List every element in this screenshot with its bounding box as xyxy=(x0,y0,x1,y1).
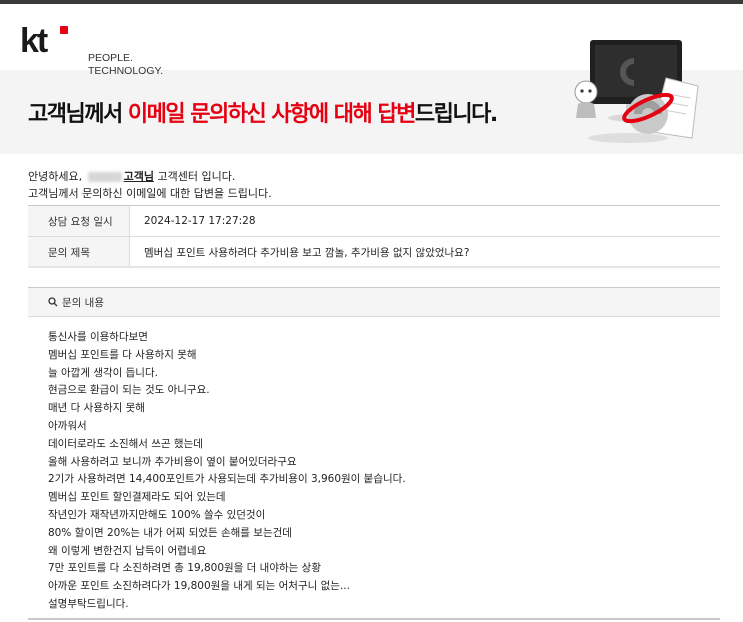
redacted-name xyxy=(87,172,122,182)
inquiry-line: 아까운 포인트 소진하려다가 19,800원을 내게 되는 어처구니 없는... xyxy=(48,580,350,593)
email-illustration-icon xyxy=(574,40,699,143)
subject-value: 멤버십 포인트 사용하려다 추가비용 보고 깜놀, 추가비용 없지 않았었나요? xyxy=(144,246,470,259)
inquiry-line: 작년인가 재작년까지만해도 100% 쓸수 있던것이 xyxy=(48,508,266,521)
inquiry-body: 통신사를 이용하다보면 멤버십 포인트를 다 사용하지 못해 늘 아깝게 생각이… xyxy=(28,317,720,614)
inquiry-line: 80% 할이면 20%는 내가 어찌 되었든 손해를 보는건데 xyxy=(48,526,292,539)
request-time-value: 2024-12-17 17:27:28 xyxy=(144,215,256,227)
inquiry-line: 7만 포인트를 다 소진하려면 총 19,800원을 더 내야하는 상황 xyxy=(48,562,321,575)
divider xyxy=(28,266,720,268)
page-headline: 고객님께서 이메일 문의하신 사항에 대해 답변드립니다. xyxy=(28,102,498,127)
inquiry-line: 아까워서 xyxy=(48,419,87,432)
request-info-table: 상담 요청 일시 2024-12-17 17:27:28 문의 제목 멤버십 포… xyxy=(28,205,720,268)
divider xyxy=(28,618,720,620)
inquiry-line: 왜 이렇게 변한건지 납득이 어렵네요 xyxy=(48,544,207,557)
logo-text: kt xyxy=(20,22,48,60)
inquiry-line: 매년 다 사용하지 못해 xyxy=(48,402,145,415)
inquiry-line: 현금으로 환급이 되는 것도 아니구요. xyxy=(48,384,210,397)
logo-red-square xyxy=(60,26,68,34)
table-row: 문의 제목 멤버십 포인트 사용하려다 추가비용 보고 깜놀, 추가비용 없지 … xyxy=(28,237,720,268)
inquiry-heading: 문의 내용 xyxy=(28,288,720,317)
subject-label: 문의 제목 xyxy=(28,237,130,267)
inquiry-line: 올해 사용하려고 보니까 추가비용이 옆이 붙어있더라구요 xyxy=(48,455,297,468)
inquiry-line: 늘 아깝게 생각이 듭니다. xyxy=(48,366,158,379)
table-row: 상담 요청 일시 2024-12-17 17:27:28 xyxy=(28,206,720,237)
inquiry-line: 멤버십 포인트를 다 사용하지 못해 xyxy=(48,348,197,361)
email-header-banner: kt PEOPLE. TECHNOLOGY. 고객님께서 이메일 문의하신 사항… xyxy=(0,4,743,154)
logo-slogan: PEOPLE. TECHNOLOGY. xyxy=(88,52,164,77)
greeting-line2: 고객님께서 문의하신 이메일에 대한 답변을 드립니다. xyxy=(28,187,272,200)
inquiry-line: 데이터로라도 소진해서 쓰곤 했는데 xyxy=(48,437,203,450)
inquiry-section: 문의 내용 통신사를 이용하다보면 멤버십 포인트를 다 사용하지 못해 늘 아… xyxy=(28,287,720,614)
search-icon xyxy=(48,297,58,307)
inquiry-line: 2기가 사용하려면 14,400포인트가 사용되는데 추가비용이 3,960원이… xyxy=(48,473,406,486)
inquiry-line: 멤버십 포인트 할인결제라도 되어 있는데 xyxy=(48,491,226,504)
inquiry-line: 설명부탁드립니다. xyxy=(48,597,129,610)
inquiry-line: 통신사를 이용하다보면 xyxy=(48,331,148,343)
greeting-text: 안녕하세요, 고객님 고객센터 입니다. 고객님께서 문의하신 이메일에 대한 … xyxy=(28,170,272,200)
headline-highlight: 이메일 문의하신 사항에 대해 답변 xyxy=(127,102,417,127)
customer-label: 고객님 xyxy=(123,170,154,183)
request-time-label: 상담 요청 일시 xyxy=(28,206,130,236)
